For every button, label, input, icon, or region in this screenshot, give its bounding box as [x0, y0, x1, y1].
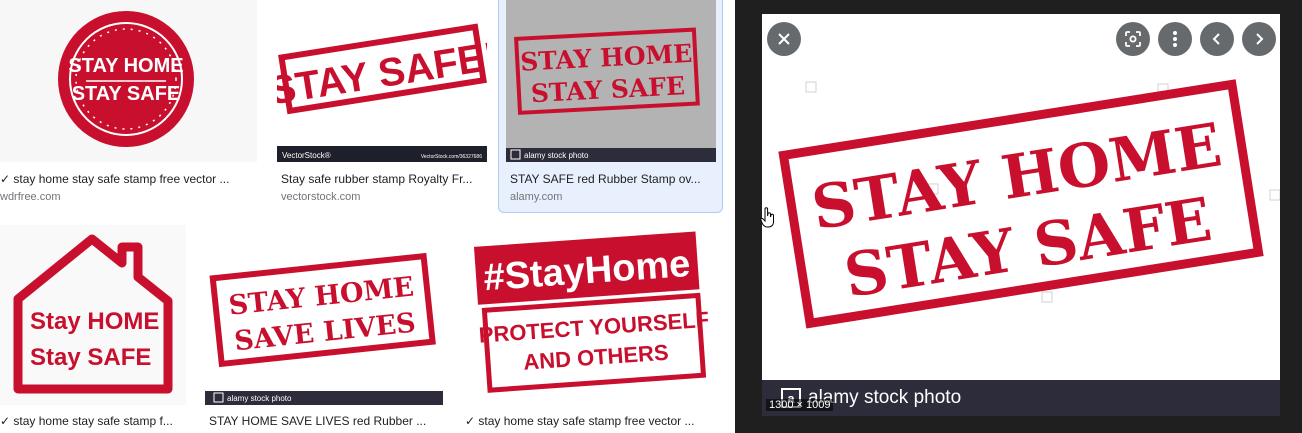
result-source: wdrfree.com — [0, 191, 61, 203]
lens-icon — [1125, 31, 1141, 47]
art-line: Stay HOME — [30, 308, 159, 335]
result-card-selected[interactable]: STAY HOME STAY SAFE alamy stock photo ST… — [506, 0, 716, 210]
close-icon — [778, 33, 790, 45]
image-dimensions: 1300 × 1009 — [766, 399, 834, 411]
result-title[interactable]: STAY HOME SAVE LIVES red Rubber ... — [209, 414, 441, 428]
art-line: PROTECT YOURSELF — [478, 307, 710, 348]
art-line: STAY SAFE — [530, 71, 686, 108]
result-card[interactable]: STAY HOME SAVE LIVES alamy stock photo S… — [205, 225, 443, 433]
lens-button[interactable] — [1116, 22, 1150, 56]
result-thumbnail[interactable]: STAY HOME STAY SAFE alamy stock photo — [506, 0, 716, 162]
results-grid: STAY HOME STAY SAFE ✓ stay home stay saf… — [0, 0, 735, 433]
result-title[interactable]: Stay safe rubber stamp Royalty Fr... — [281, 172, 487, 186]
art-line: STAY SAFE — [72, 83, 181, 105]
result-thumbnail[interactable]: STAY HOME SAVE LIVES alamy stock photo — [205, 225, 443, 405]
close-button[interactable] — [767, 22, 801, 56]
art-line: AND OTHERS — [523, 340, 670, 375]
result-title[interactable]: STAY SAFE red Rubber Stamp ov... — [510, 172, 714, 186]
result-card[interactable]: STAY HOME STAY SAFE ✓ stay home stay saf… — [0, 0, 257, 210]
result-card[interactable]: Stay HOME Stay SAFE ✓ stay home stay saf… — [0, 225, 186, 433]
result-source: alamy.com — [510, 191, 563, 203]
watermark-text: VectorStock.com/36327686 — [421, 154, 482, 160]
result-title[interactable]: ✓ stay home stay safe stamp f... — [0, 414, 186, 428]
watermark-text: alamy stock photo — [524, 151, 589, 160]
result-source: vectorstock.com — [281, 191, 361, 203]
previous-image-button[interactable] — [1200, 22, 1234, 56]
result-title[interactable]: ✓ stay home stay safe stamp free vector … — [465, 414, 717, 428]
house-stamp-image: Stay HOME Stay SAFE — [13, 234, 173, 394]
result-title[interactable]: ✓ stay home stay safe stamp free vector … — [0, 172, 250, 186]
chevron-right-icon — [1256, 33, 1264, 45]
result-thumbnail[interactable]: STAY SAFE! VectorStock® VectorStock.com/… — [277, 0, 487, 162]
hand-cursor-icon — [760, 207, 776, 234]
preview-stamp-image: STAY HOME STAY SAFE — [778, 79, 1280, 329]
watermark-text: alamy stock photo — [227, 394, 292, 403]
art-line: Stay SAFE — [30, 344, 151, 371]
result-card[interactable]: STAY SAFE! VectorStock® VectorStock.com/… — [277, 0, 487, 210]
stayhome-stamp-image: #StayHome PROTECT YOURSELF AND OTHERS — [473, 231, 710, 393]
more-options-button[interactable] — [1158, 22, 1192, 56]
result-thumbnail[interactable]: Stay HOME Stay SAFE — [0, 225, 186, 405]
rubber-stamp-image: STAY SAFE! VectorStock® VectorStock.com/… — [277, 23, 487, 162]
next-image-button[interactable] — [1242, 22, 1276, 56]
preview-image[interactable]: STAY HOME STAY SAFE — [762, 14, 1280, 416]
save-lives-stamp-image: STAY HOME SAVE LIVES alamy stock photo — [205, 252, 443, 405]
watermark-text: VectorStock® — [282, 151, 331, 160]
art-line: STAY HOME — [68, 55, 183, 77]
round-stamp-image: STAY HOME STAY SAFE — [58, 11, 194, 147]
result-card[interactable]: #StayHome PROTECT YOURSELF AND OTHERS ✓ … — [463, 225, 717, 433]
result-thumbnail[interactable]: #StayHome PROTECT YOURSELF AND OTHERS — [463, 225, 717, 405]
result-thumbnail[interactable]: STAY HOME STAY SAFE — [0, 0, 257, 162]
art-line: STAY SAFE! — [277, 34, 487, 114]
art-line: STAY HOME — [520, 39, 693, 77]
grey-stamp-image: STAY HOME STAY SAFE alamy stock photo — [506, 27, 716, 162]
chevron-left-icon — [1212, 33, 1220, 45]
more-vert-icon — [1173, 31, 1177, 47]
